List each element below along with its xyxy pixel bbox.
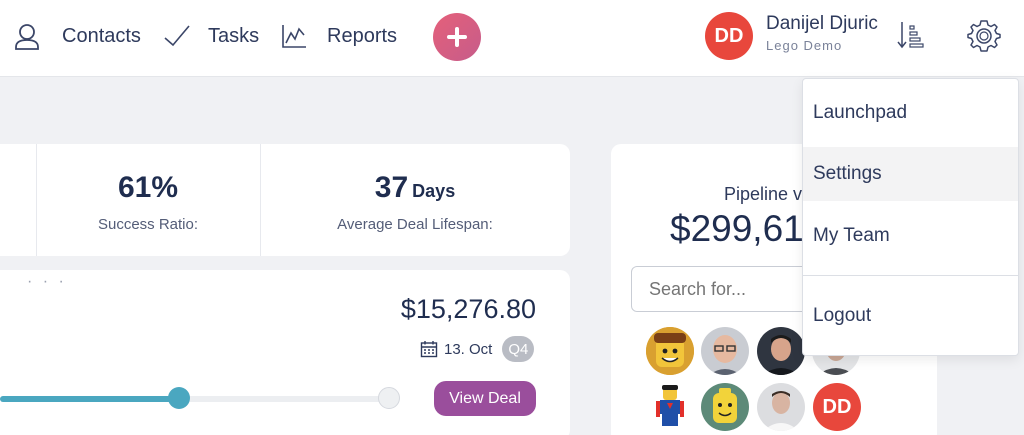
top-bar: Contacts Tasks Reports DD Danijel Djuric… [0,0,1024,77]
lego-emmet-avatar-icon [646,327,694,375]
view-deal-button[interactable]: View Deal [434,381,536,416]
nav-contacts[interactable]: Contacts [14,18,141,54]
person-glasses-avatar-icon [701,327,749,375]
nav-tasks[interactable]: Tasks [164,18,259,54]
deal-amount: $15,276.80 [400,294,536,324]
deal-progress-fill [0,396,176,402]
menu-divider [803,275,1018,276]
nav-tasks-label: Tasks [208,24,260,47]
user-organization: Lego Demo [766,38,843,53]
member-avatar[interactable] [757,383,805,431]
menu-item-settings[interactable]: Settings [803,147,1018,201]
person-dark-avatar-icon [757,327,805,375]
menu-item-my-team[interactable]: My Team [803,209,1018,263]
deal-progress-handle[interactable] [168,387,190,409]
line-chart-icon [282,25,306,48]
lego-head-avatar-icon [701,383,749,431]
quarter-badge: Q4 [502,336,535,362]
nav-contacts-label: Contacts [62,24,141,47]
deal-lifespan-value: 37 Days [260,171,570,205]
deal-lifespan-label: Average Deal Lifespan: [337,216,493,233]
gear-icon[interactable] [966,18,1002,54]
member-avatar[interactable] [701,383,749,431]
member-avatar[interactable] [757,327,805,375]
user-icon [15,24,39,50]
member-avatar[interactable] [646,383,694,431]
deal-menu-dots[interactable]: · · · [27,273,67,291]
nav-reports[interactable]: Reports [281,18,397,54]
nav-reports-label: Reports [327,24,398,47]
lego-superman-avatar-icon [646,383,694,431]
user-dropdown-menu: Launchpad Settings My Team Logout [802,78,1019,356]
deal-progress-end-handle[interactable] [378,387,400,409]
calendar-icon [420,341,438,358]
member-avatar-initials[interactable]: DD [813,383,861,431]
add-button[interactable] [433,13,481,61]
success-ratio-label: Success Ratio: [97,216,199,233]
deal-date: 13. Oct Q4 [420,336,535,362]
deal-lifespan-unit: Days [412,181,456,201]
menu-item-logout[interactable]: Logout [803,289,1018,343]
menu-item-launchpad[interactable]: Launchpad [803,86,1018,140]
deal-date-text: 13. Oct [444,340,493,358]
sort-icon[interactable] [897,20,925,50]
member-avatar[interactable] [701,327,749,375]
checkmark-icon [164,25,190,47]
deal-lifespan-number: 37 [374,171,409,204]
member-avatar[interactable] [646,327,694,375]
user-avatar[interactable]: DD [705,12,753,60]
person-white-avatar-icon [757,383,805,431]
success-ratio-value: 61% [117,171,179,204]
user-name: Danijel Djuric [766,13,878,34]
plus-icon [447,27,467,47]
pipeline-value: $299,61 [670,208,804,249]
